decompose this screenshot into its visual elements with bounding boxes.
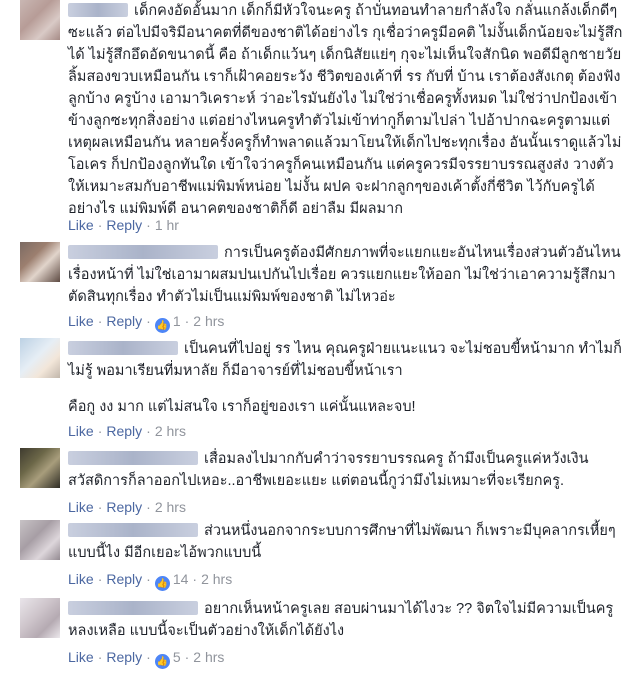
comment-body: ส่วนหนึ่งนอกจากระบบการศึกษาที่ไม่พัฒนา ก…	[68, 523, 616, 561]
author-name[interactable]	[68, 341, 178, 355]
like-button[interactable]: Like	[68, 649, 94, 665]
comment-body: เด็กคงอัดอั้นมาก เด็กก็มีหัวใจนะครู ถ้าบ…	[68, 3, 623, 217]
avatar[interactable]	[20, 0, 60, 40]
comment-actions: Like · Reply · 1 hr	[68, 217, 179, 233]
avatar[interactable]	[20, 338, 60, 378]
timestamp[interactable]: 2 hrs	[193, 313, 224, 329]
comment-actions: Like · Reply · 👍 14 · 2 hrs	[68, 570, 232, 591]
comment-body: อยากเห็นหน้าครูเลย สอบผ่านมาได้ไงวะ ?? จ…	[68, 601, 614, 639]
comment-body: เสื่อมลงไปมากกับคำว่าจรรยาบรรณครู ถ้ามึง…	[68, 451, 589, 489]
reply-button[interactable]: Reply	[106, 499, 142, 515]
timestamp[interactable]: 2 hrs	[155, 423, 186, 439]
reaction-count[interactable]: 14	[173, 571, 189, 587]
timestamp[interactable]: 2 hrs	[155, 499, 186, 515]
thumbs-up-icon[interactable]: 👍	[154, 318, 170, 333]
timestamp[interactable]: 2 hrs	[193, 649, 224, 665]
comment-actions: Like · Reply · 👍 5 · 2 hrs	[68, 648, 224, 669]
like-button[interactable]: Like	[68, 499, 94, 515]
reply-button[interactable]: Reply	[106, 649, 142, 665]
author-name[interactable]	[68, 601, 198, 615]
comment-body: การเป็นครูต้องมีศักยภาพที่จะแยกแยะอันไหน…	[68, 245, 621, 305]
like-button[interactable]: Like	[68, 423, 94, 439]
author-name[interactable]	[68, 3, 128, 17]
reply-button[interactable]: Reply	[106, 313, 142, 329]
timestamp[interactable]: 1 hr	[155, 217, 179, 233]
like-button[interactable]: Like	[68, 313, 94, 329]
avatar[interactable]	[20, 598, 60, 638]
avatar[interactable]	[20, 448, 60, 488]
avatar[interactable]	[20, 242, 60, 282]
timestamp[interactable]: 2 hrs	[201, 571, 232, 587]
reply-button[interactable]: Reply	[106, 217, 142, 233]
thumbs-up-icon[interactable]: 👍	[154, 654, 170, 669]
author-name[interactable]	[68, 523, 198, 537]
reply-button[interactable]: Reply	[106, 571, 142, 587]
comment-body-continued: คือกู งง มาก แต่ไม่สนใจ เราก็อยู่ของเรา …	[68, 399, 416, 415]
comment-actions: Like · Reply · 2 hrs	[68, 499, 186, 515]
comment-actions: Like · Reply · 2 hrs	[68, 423, 186, 439]
like-button[interactable]: Like	[68, 571, 94, 587]
reaction-count[interactable]: 1	[173, 313, 181, 329]
comment-actions: Like · Reply · 👍 1 · 2 hrs	[68, 312, 224, 333]
comment-feed: เด็กคงอัดอั้นมาก เด็กก็มีหัวใจนะครู ถ้าบ…	[0, 0, 640, 676]
author-name[interactable]	[68, 451, 198, 465]
thumbs-up-icon[interactable]: 👍	[154, 576, 170, 591]
reply-button[interactable]: Reply	[106, 423, 142, 439]
avatar[interactable]	[20, 520, 60, 560]
author-name[interactable]	[68, 245, 218, 259]
comment-body: เป็นคนที่ไปอยู่ รร ไหน คุณครูฝ่ายแนะแนว …	[68, 341, 622, 379]
like-button[interactable]: Like	[68, 217, 94, 233]
reaction-count[interactable]: 5	[173, 649, 181, 665]
